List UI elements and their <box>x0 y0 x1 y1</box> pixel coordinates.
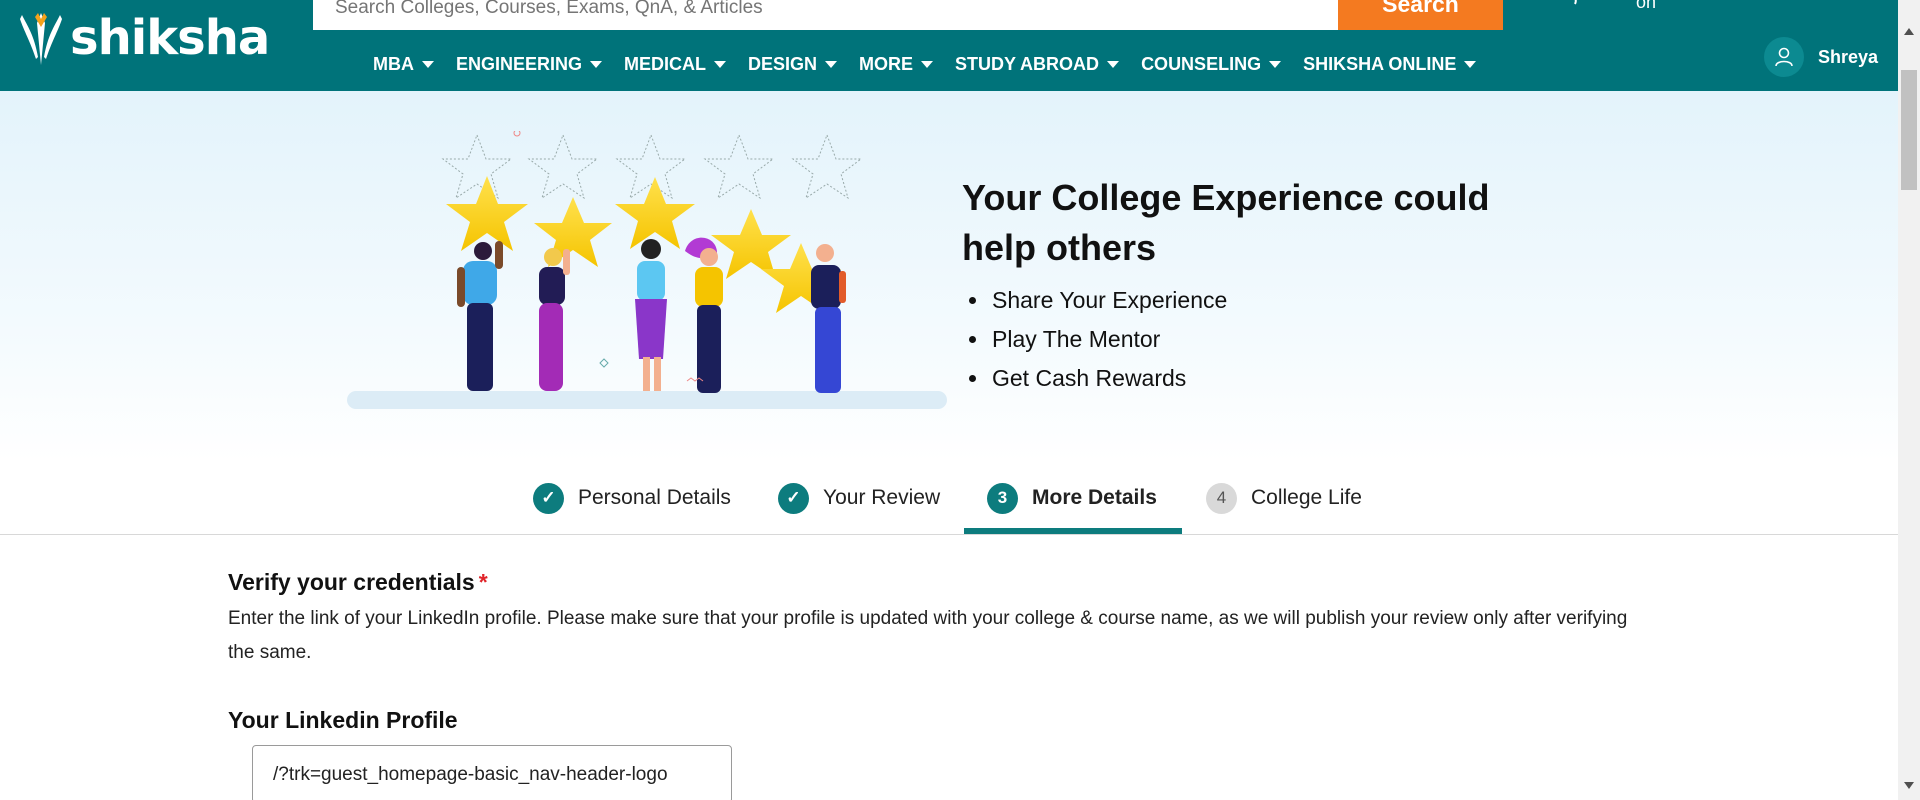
step-number: 3 <box>987 482 1018 514</box>
page-root: shiksha Search on MBA ENGINEERING MEDICA… <box>0 0 1920 800</box>
scroll-thumb[interactable] <box>1901 70 1917 190</box>
header-misc-text[interactable]: on <box>1636 0 1656 13</box>
nav-item-shiksha-online[interactable]: SHIKSHA ONLINE <box>1303 54 1477 75</box>
chevron-down-icon <box>1269 61 1282 68</box>
nav-label: MEDICAL <box>624 54 707 74</box>
list-item: Share Your Experience <box>962 281 1227 320</box>
check-icon: ✓ <box>533 482 564 514</box>
linkedin-profile-label: Your Linkedin Profile <box>228 707 458 733</box>
chevron-down-icon <box>590 61 603 68</box>
step-label: College Life <box>1251 486 1362 509</box>
required-marker: * <box>478 569 488 595</box>
step-label: Your Review <box>823 486 941 509</box>
main-nav: MBA ENGINEERING MEDICAL DESIGN MORE STUD… <box>373 54 1498 75</box>
user-menu[interactable]: Shreya <box>1764 37 1878 77</box>
verify-credentials-description: Enter the link of your LinkedIn profile.… <box>228 608 1628 663</box>
user-name[interactable]: Shreya <box>1818 47 1878 68</box>
nav-label: MBA <box>373 54 414 74</box>
hero-banner: Your College Experience could help other… <box>0 91 1898 461</box>
user-icon <box>1775 47 1793 67</box>
check-icon: ✓ <box>778 482 809 514</box>
chevron-down-icon <box>825 61 838 68</box>
step-more-details[interactable]: 3 More Details <box>987 481 1157 515</box>
nav-item-counseling[interactable]: COUNSELING <box>1141 54 1282 75</box>
search-button[interactable]: Search <box>1338 0 1503 30</box>
nav-label: ENGINEERING <box>456 54 583 74</box>
nav-item-medical[interactable]: MEDICAL <box>624 54 727 75</box>
nav-item-study-abroad[interactable]: STUDY ABROAD <box>955 54 1120 75</box>
list-item: Get Cash Rewards <box>962 359 1227 398</box>
chevron-down-icon <box>1464 61 1477 68</box>
search-input[interactable] <box>313 0 1338 30</box>
chevron-down-icon <box>1107 61 1120 68</box>
step-personal-details[interactable]: ✓ Personal Details <box>533 481 731 515</box>
heading-text: Verify your credentials <box>228 569 475 595</box>
step-label: More Details <box>1032 486 1157 509</box>
hero-title: Your College Experience could help other… <box>962 177 1490 268</box>
progress-steps: ✓ Personal Details ✓ Your Review 3 More … <box>0 461 1898 535</box>
step-your-review[interactable]: ✓ Your Review <box>778 481 940 515</box>
step-number: 4 <box>1206 482 1237 514</box>
shiksha-logo[interactable]: shiksha <box>18 6 270 70</box>
chevron-down-icon <box>921 61 934 68</box>
nav-label: SHIKSHA ONLINE <box>1303 54 1457 74</box>
search-bar <box>313 0 1338 30</box>
active-step-indicator <box>964 528 1182 534</box>
shiksha-logo-icon <box>20 13 62 65</box>
step-college-life[interactable]: 4 College Life <box>1206 481 1362 515</box>
scroll-down-arrow-icon[interactable] <box>1904 782 1914 789</box>
nav-label: COUNSELING <box>1141 54 1262 74</box>
scroll-up-arrow-icon[interactable] <box>1904 28 1914 35</box>
top-header: shiksha Search on MBA ENGINEERING MEDICA… <box>0 0 1898 91</box>
chevron-down-icon <box>714 61 727 68</box>
chevron-down-icon <box>422 61 434 68</box>
page-scrollbar[interactable] <box>1898 0 1920 800</box>
step-label: Personal Details <box>578 486 731 509</box>
logo-text: shiksha <box>70 10 270 66</box>
nav-label: STUDY ABROAD <box>955 54 1100 74</box>
review-stars-illustration <box>347 131 947 409</box>
nav-label: MORE <box>859 54 914 74</box>
linkedin-profile-input[interactable]: /?trk=guest_homepage-basic_nav-header-lo… <box>252 745 732 800</box>
nav-item-design[interactable]: DESIGN <box>748 54 838 75</box>
input-value: /?trk=guest_homepage-basic_nav-header-lo… <box>273 764 668 785</box>
nav-item-engineering[interactable]: ENGINEERING <box>456 54 603 75</box>
list-item: Play The Mentor <box>962 320 1227 359</box>
header-icon-partial[interactable] <box>1545 0 1585 13</box>
nav-label: DESIGN <box>748 54 818 74</box>
nav-item-more[interactable]: MORE <box>859 54 934 75</box>
verify-credentials-heading: Verify your credentials * <box>228 569 488 596</box>
nav-item-mba[interactable]: MBA <box>373 54 434 75</box>
avatar[interactable] <box>1764 37 1804 77</box>
hero-benefits-list: Share Your Experience Play The Mentor Ge… <box>962 281 1227 398</box>
